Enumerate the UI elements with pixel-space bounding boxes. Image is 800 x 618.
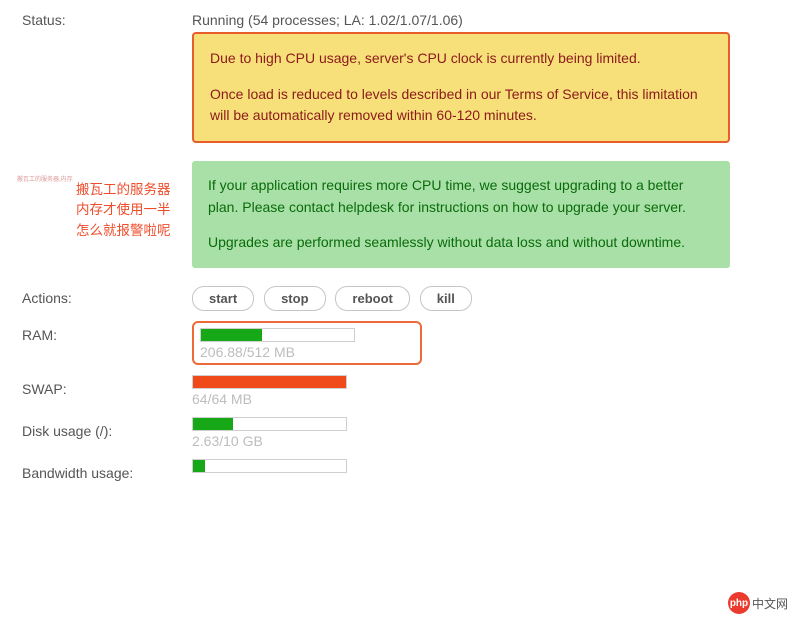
cpu-limit-warning: Due to high CPU usage, server's CPU cloc… bbox=[192, 32, 730, 143]
ram-highlight-box: 206.88/512 MB bbox=[192, 321, 422, 365]
info-line-1: If your application requires more CPU ti… bbox=[208, 175, 714, 218]
chinese-annotation: 搬瓦工的服务器 内存才使用一半 怎么就报警啦呢 bbox=[76, 180, 171, 241]
site-logo-text: 中文网 bbox=[752, 595, 788, 612]
swap-text: 64/64 MB bbox=[192, 391, 730, 407]
php-badge-icon: php bbox=[728, 592, 750, 614]
reboot-button[interactable]: reboot bbox=[335, 286, 409, 311]
annotation-line-1: 搬瓦工的服务器 bbox=[76, 180, 171, 200]
ram-row: RAM: 206.88/512 MB bbox=[0, 319, 800, 367]
watermark-tiny: 搬瓦工的服务器,内存 bbox=[17, 174, 73, 183]
warning-line-1: Due to high CPU usage, server's CPU cloc… bbox=[210, 48, 712, 70]
bandwidth-row: Bandwidth usage: bbox=[0, 457, 800, 483]
ram-text: 206.88/512 MB bbox=[200, 344, 412, 360]
start-button[interactable]: start bbox=[192, 286, 254, 311]
disk-row: Disk usage (/): 2.63/10 GB bbox=[0, 415, 800, 451]
status-label: Status: bbox=[22, 6, 192, 28]
info-line-2: Upgrades are performed seamlessly withou… bbox=[208, 232, 714, 254]
site-logo: php 中文网 bbox=[728, 592, 788, 614]
status-value: Running (54 processes; LA: 1.02/1.07/1.0… bbox=[192, 12, 730, 28]
stop-button[interactable]: stop bbox=[264, 286, 325, 311]
actions-row: Actions: start stop reboot kill bbox=[0, 282, 800, 313]
ram-meter bbox=[200, 328, 355, 342]
annotation-line-2: 内存才使用一半 bbox=[76, 200, 171, 220]
disk-meter-fill bbox=[193, 418, 233, 430]
swap-row: SWAP: 64/64 MB bbox=[0, 373, 800, 409]
ram-label: RAM: bbox=[22, 321, 192, 343]
kill-button[interactable]: kill bbox=[420, 286, 472, 311]
disk-meter bbox=[192, 417, 347, 431]
swap-meter-fill bbox=[193, 376, 346, 388]
disk-label: Disk usage (/): bbox=[22, 417, 192, 439]
ram-meter-fill bbox=[201, 329, 262, 341]
swap-label: SWAP: bbox=[22, 375, 192, 397]
bandwidth-meter bbox=[192, 459, 347, 473]
swap-meter bbox=[192, 375, 347, 389]
bandwidth-meter-fill bbox=[193, 460, 205, 472]
bandwidth-label: Bandwidth usage: bbox=[22, 459, 192, 481]
disk-text: 2.63/10 GB bbox=[192, 433, 730, 449]
actions-label: Actions: bbox=[22, 284, 192, 306]
annotation-line-3: 怎么就报警啦呢 bbox=[76, 221, 171, 241]
upgrade-info: If your application requires more CPU ti… bbox=[192, 161, 730, 268]
warning-line-2: Once load is reduced to levels described… bbox=[210, 84, 712, 127]
